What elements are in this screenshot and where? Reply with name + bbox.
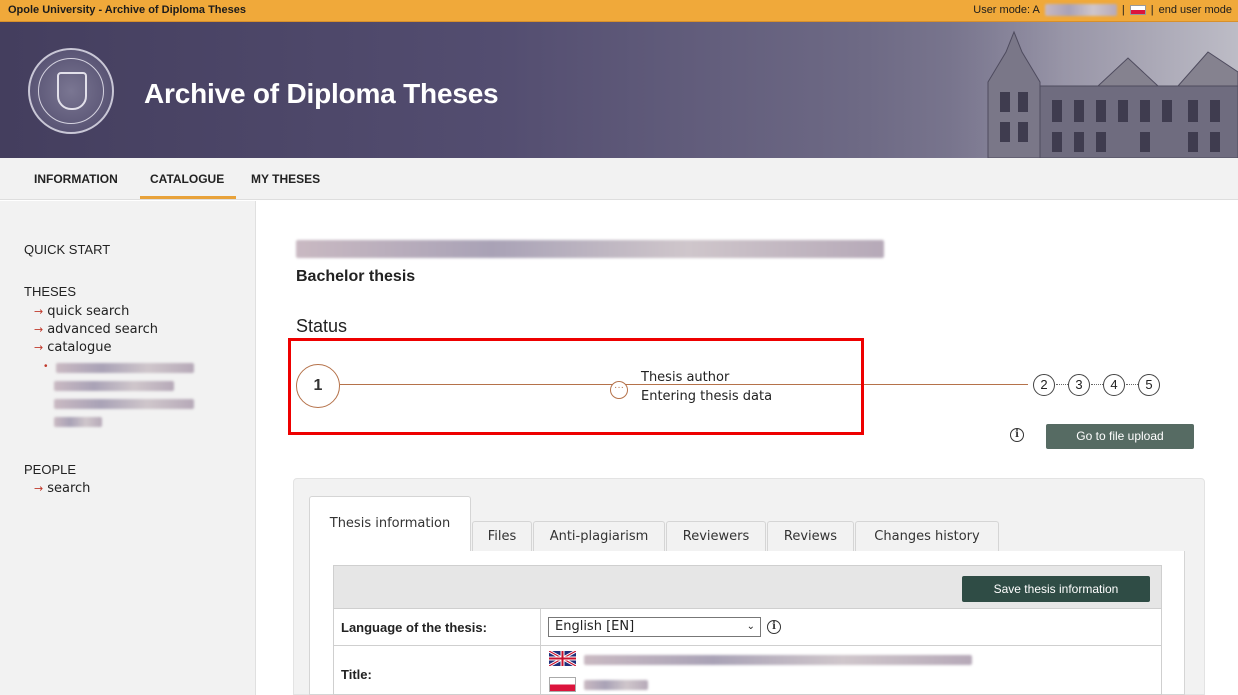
step-connector — [1056, 384, 1068, 385]
arrow-right-icon: → — [34, 341, 44, 354]
separator: | — [1121, 4, 1125, 16]
sidebar-link-catalogue[interactable]: → catalogue — [34, 340, 111, 355]
nav-information[interactable]: INFORMATION — [34, 172, 118, 186]
seal-emblem — [57, 72, 87, 110]
nav-active-indicator — [140, 196, 236, 199]
redacted-catalogue-item[interactable] — [56, 363, 194, 373]
info-icon[interactable]: i — [767, 620, 781, 634]
status-step-4: 4 — [1103, 374, 1125, 396]
status-step-2: 2 — [1033, 374, 1055, 396]
sidebar-link-people-search[interactable]: → search — [34, 481, 90, 496]
end-user-mode-link[interactable]: end user mode — [1159, 4, 1232, 16]
tab-files[interactable]: Files — [472, 521, 532, 553]
status-heading: Status — [296, 316, 348, 336]
sidebar — [0, 201, 256, 695]
user-mode-label: User mode: A — [973, 4, 1040, 16]
language-label: Language of the thesis: — [341, 620, 487, 635]
sidebar-theses-heading: THESES — [24, 284, 77, 299]
sidebar-quick-start[interactable]: QUICK START — [24, 242, 110, 257]
main-navigation: INFORMATION CATALOGUE MY THESES — [0, 158, 1238, 200]
separator: | — [1150, 4, 1154, 16]
nav-catalogue[interactable]: CATALOGUE — [150, 172, 224, 186]
sidebar-link-label: advanced search — [47, 322, 159, 337]
sidebar-people-heading: PEOPLE — [24, 462, 77, 477]
table-divider — [334, 608, 1161, 609]
bullet-icon: • — [44, 361, 48, 372]
redacted-english-title — [584, 655, 972, 665]
language-select[interactable]: English [EN] ⌄ — [548, 617, 761, 637]
language-select-value: English [EN] — [555, 619, 635, 634]
redacted-thesis-title — [296, 240, 884, 258]
page-header-title: Archive of Diploma Theses — [144, 78, 499, 109]
english-flag-icon — [549, 651, 576, 666]
polish-flag-icon[interactable] — [1129, 5, 1146, 15]
save-thesis-information-button[interactable]: Save thesis information — [962, 576, 1150, 602]
highlight-box — [288, 338, 864, 435]
table-divider — [540, 608, 541, 695]
university-seal-logo[interactable] — [28, 48, 114, 134]
user-mode-area: User mode: A | | end user mode — [973, 4, 1232, 16]
title-label: Title: — [341, 667, 372, 682]
info-icon[interactable]: i — [1010, 428, 1024, 442]
redacted-catalogue-item — [54, 399, 194, 409]
polish-flag-icon — [549, 677, 576, 692]
redacted-polish-title — [584, 680, 648, 690]
tab-thesis-information[interactable]: Thesis information — [309, 496, 471, 552]
site-name: Opole University - Archive of Diploma Th… — [8, 4, 246, 16]
arrow-right-icon: → — [34, 305, 44, 318]
tab-changes-history[interactable]: Changes history — [855, 521, 999, 553]
chevron-down-icon: ⌄ — [746, 621, 755, 632]
redacted-user-name — [1044, 4, 1117, 16]
status-step-5: 5 — [1138, 374, 1160, 396]
header-banner: Archive of Diploma Theses — [0, 22, 1238, 158]
status-step-3: 3 — [1068, 374, 1090, 396]
go-to-file-upload-button[interactable]: Go to file upload — [1046, 424, 1194, 449]
sidebar-link-label: quick search — [47, 304, 130, 319]
building-illustration — [948, 22, 1238, 158]
top-bar: Opole University - Archive of Diploma Th… — [0, 0, 1238, 22]
thesis-type: Bachelor thesis — [296, 268, 416, 285]
nav-my-theses[interactable]: MY THESES — [251, 172, 320, 186]
redacted-catalogue-item — [54, 381, 174, 391]
step-connector — [1126, 384, 1138, 385]
tab-reviewers[interactable]: Reviewers — [666, 521, 766, 553]
arrow-right-icon: → — [34, 482, 44, 495]
sidebar-link-advanced-search[interactable]: → advanced search — [34, 322, 158, 337]
tab-anti-plagiarism[interactable]: Anti-plagiarism — [533, 521, 665, 553]
step-connector — [1091, 384, 1103, 385]
sidebar-link-quick-search[interactable]: → quick search — [34, 304, 129, 319]
table-divider — [334, 645, 1161, 646]
sidebar-link-label: search — [47, 481, 91, 496]
redacted-catalogue-item — [54, 417, 102, 427]
arrow-right-icon: → — [34, 323, 44, 336]
tab-reviews[interactable]: Reviews — [767, 521, 854, 553]
sidebar-link-label: catalogue — [47, 340, 112, 355]
